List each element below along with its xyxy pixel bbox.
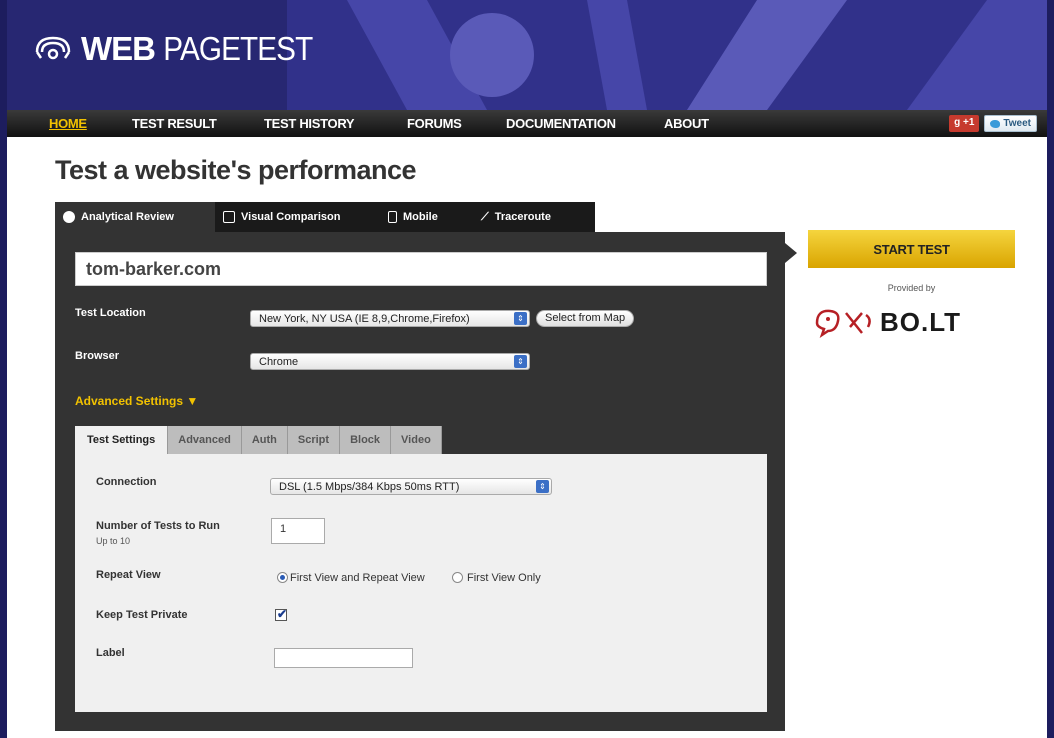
- nav-about[interactable]: ABOUT: [664, 116, 709, 131]
- test-form-panel: tom-barker.com Test Location New York, N…: [55, 232, 785, 731]
- sponsor-name: BO.LT: [880, 306, 962, 337]
- test-location-select[interactable]: New York, NY USA (IE 8,9,Chrome,Firefox)…: [250, 310, 530, 327]
- num-tests-input[interactable]: 1: [271, 518, 325, 544]
- tab-traceroute[interactable]: ⟋ Traceroute: [473, 202, 595, 232]
- tab-test-settings[interactable]: Test Settings: [75, 426, 169, 454]
- connection-value: DSL (1.5 Mbps/384 Kbps 50ms RTT): [279, 480, 460, 493]
- num-tests-hint: Up to 10: [96, 536, 131, 546]
- provided-by-text: Provided by: [887, 283, 936, 293]
- tab-label: Traceroute: [494, 211, 551, 223]
- frame-right-border: [1047, 0, 1054, 738]
- tab-visual-comparison[interactable]: Visual Comparison: [215, 202, 380, 232]
- twitter-bird-icon: [990, 119, 1001, 128]
- browser-value: Chrome: [259, 355, 299, 368]
- webpagetest-logo-icon: [35, 36, 71, 60]
- test-type-tabs: Analytical Review Visual Comparison Mobi…: [55, 202, 595, 232]
- keep-private-label: Keep Test Private: [96, 609, 188, 621]
- nav-test-history[interactable]: TEST HISTORY: [264, 116, 355, 131]
- google-plus-button[interactable]: g +1: [949, 115, 980, 132]
- start-test-pointer: [785, 243, 797, 263]
- nav-forums[interactable]: FORUMS: [407, 116, 462, 131]
- google-plus-label: +1: [962, 117, 975, 128]
- tab-label: Analytical Review: [81, 211, 174, 223]
- tab-script[interactable]: Script: [287, 426, 341, 454]
- select-arrow-icon: ⇕: [536, 480, 549, 493]
- test-location-value: New York, NY USA (IE 8,9,Chrome,Firefox): [259, 312, 470, 325]
- keep-private-checkbox[interactable]: ✔: [275, 607, 288, 621]
- tab-analytical-review[interactable]: Analytical Review: [55, 202, 215, 232]
- nav-home[interactable]: HOME: [49, 116, 87, 131]
- page-title: Test a website's performance: [55, 155, 417, 185]
- label-input[interactable]: [274, 648, 413, 668]
- traceroute-icon: ⟋: [481, 210, 489, 223]
- advanced-settings-toggle[interactable]: Advanced Settings ▼: [75, 394, 198, 408]
- radio-first-and-repeat[interactable]: [277, 572, 288, 583]
- test-settings-pane: Connection DSL (1.5 Mbps/384 Kbps 50ms R…: [75, 454, 767, 712]
- document-icon: [223, 211, 235, 223]
- test-location-label: Test Location: [75, 307, 146, 319]
- radio-first-view-only-label: First View Only: [467, 572, 541, 584]
- radio-first-view-only[interactable]: [452, 572, 463, 583]
- select-arrow-icon: ⇕: [514, 312, 527, 325]
- mobile-icon: [388, 211, 397, 223]
- tab-mobile[interactable]: Mobile: [380, 202, 473, 232]
- radio-first-and-repeat-label: First View and Repeat View: [290, 572, 425, 584]
- tweet-label: Tweet: [1003, 118, 1031, 129]
- tab-label: Visual Comparison: [241, 211, 341, 223]
- select-arrow-icon: ⇕: [514, 355, 527, 368]
- main-navigation: HOME TEST RESULT TEST HISTORY FORUMS DOC…: [7, 110, 1047, 137]
- nav-documentation[interactable]: DOCUMENTATION: [506, 116, 616, 131]
- url-input[interactable]: tom-barker.com: [75, 252, 767, 286]
- analytics-icon: [63, 211, 75, 223]
- select-from-map-button[interactable]: Select from Map: [536, 310, 635, 327]
- browser-select[interactable]: Chrome ⇕: [250, 353, 530, 370]
- settings-tabs: Test Settings Advanced Auth Script Block…: [75, 426, 442, 454]
- num-tests-label: Number of Tests to Run: [96, 520, 220, 532]
- tab-video[interactable]: Video: [391, 426, 442, 454]
- logo-text: WEB PAGETEST: [81, 30, 313, 67]
- bolt-elephant-icon: [815, 309, 871, 339]
- tweet-button[interactable]: Tweet: [984, 115, 1037, 132]
- banner-artwork: [287, 0, 1047, 110]
- start-test-button[interactable]: START TEST: [808, 230, 1015, 268]
- frame-left-border: [0, 0, 7, 738]
- checkmark-icon: ✔: [277, 607, 288, 621]
- connection-select[interactable]: DSL (1.5 Mbps/384 Kbps 50ms RTT) ⇕: [270, 478, 552, 495]
- tab-block[interactable]: Block: [340, 426, 392, 454]
- tab-label: Mobile: [403, 211, 438, 223]
- browser-label: Browser: [75, 350, 120, 362]
- social-buttons: g +1 Tweet: [949, 115, 1037, 132]
- label-field-label: Label: [96, 647, 125, 659]
- connection-label: Connection: [96, 476, 157, 488]
- sponsor-logo[interactable]: BO.LT: [812, 305, 961, 339]
- google-plus-icon: g: [954, 117, 961, 128]
- tab-auth[interactable]: Auth: [241, 426, 288, 454]
- nav-test-result[interactable]: TEST RESULT: [132, 116, 217, 131]
- repeat-view-label: Repeat View: [96, 569, 161, 581]
- webpagetest-logo[interactable]: WEB PAGETEST: [33, 30, 321, 68]
- header-banner: WEB PAGETEST: [7, 0, 1047, 110]
- tab-advanced[interactable]: Advanced: [168, 426, 242, 454]
